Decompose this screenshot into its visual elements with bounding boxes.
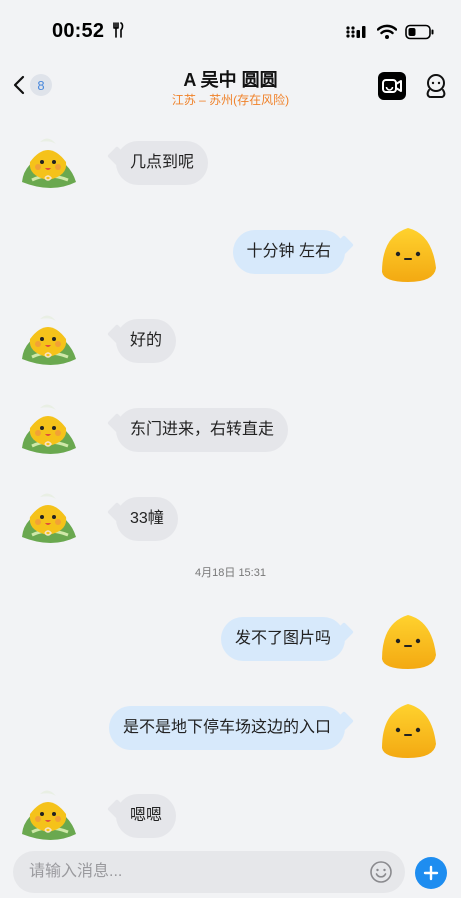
fork-knife-icon [113, 22, 124, 38]
message-bubble-incoming[interactable]: 嗯嗯 [116, 794, 177, 838]
battery-icon [405, 24, 434, 40]
status-time: 00:52 [52, 20, 124, 43]
message-bubble-outgoing[interactable]: 十分钟 左右 [232, 230, 345, 274]
message-text: 几点到呢 [130, 154, 195, 171]
status-time-text: 00:52 [52, 20, 105, 42]
message-input-box[interactable] [13, 851, 405, 893]
plus-icon [423, 865, 439, 881]
contact-avatar[interactable] [18, 132, 80, 194]
contact-avatar[interactable] [18, 398, 80, 460]
status-bar: 00:52 [0, 0, 461, 62]
contact-avatar[interactable] [18, 784, 80, 846]
more-actions-button[interactable] [415, 857, 447, 889]
zongzi-avatar-icon [22, 404, 76, 454]
contact-avatar[interactable] [18, 309, 80, 371]
my-avatar[interactable] [378, 224, 440, 286]
chat-header: 8 A 吴中 圆圆 江苏 – 苏州(存在风险) [0, 62, 461, 114]
video-call-button[interactable] [378, 72, 406, 100]
zongzi-avatar-icon [22, 790, 76, 840]
message-input[interactable] [29, 851, 359, 893]
signal-icon [346, 26, 366, 38]
zongzi-avatar-icon [22, 138, 76, 188]
message-text: 东门进来，右转直走 [130, 421, 275, 438]
video-call-icon [378, 72, 406, 100]
message-text: 十分钟 左右 [246, 243, 331, 260]
message-bubble-incoming[interactable]: 几点到呢 [116, 141, 209, 185]
message-text: 是不是地下停车场这边的入口 [122, 719, 331, 736]
message-bubble-incoming[interactable]: 好的 [116, 319, 177, 363]
yellow-blob-avatar-icon [382, 615, 436, 669]
profile-icon [426, 74, 446, 98]
yellow-blob-avatar-icon [382, 704, 436, 758]
message-bubble-outgoing[interactable]: 是不是地下停车场这边的入口 [108, 706, 345, 750]
my-avatar[interactable] [378, 700, 440, 762]
emoji-icon[interactable] [369, 860, 393, 884]
message-bubble-incoming[interactable]: 东门进来，右转直走 [116, 408, 289, 452]
zongzi-avatar-icon [22, 315, 76, 365]
message-text: 好的 [130, 332, 163, 349]
message-list[interactable]: 几点到呢 十分钟 左右 好的 东门进来，右转直走 33幢 4月18日 15:31… [0, 114, 461, 844]
zongzi-avatar-icon [22, 493, 76, 543]
wifi-icon [377, 24, 397, 39]
profile-button[interactable] [422, 72, 450, 100]
message-text: 嗯嗯 [130, 807, 163, 824]
contact-avatar[interactable] [18, 487, 80, 549]
input-bar [0, 844, 461, 898]
yellow-blob-avatar-icon [382, 228, 436, 282]
message-bubble-incoming[interactable]: 33幢 [116, 497, 178, 541]
message-text: 33幢 [130, 510, 164, 527]
message-text: 发不了图片吗 [234, 630, 331, 647]
message-timestamp: 4月18日 15:31 [195, 567, 266, 579]
message-bubble-outgoing[interactable]: 发不了图片吗 [220, 617, 345, 661]
my-avatar[interactable] [378, 611, 440, 673]
